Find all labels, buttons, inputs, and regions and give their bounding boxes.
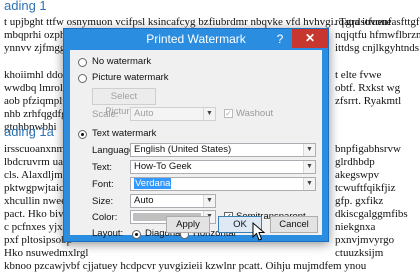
doc-heading: ading 1 [4,0,47,13]
select-picture-button[interactable]: Select Picture... [92,88,156,117]
text-watermark-label[interactable]: Text watermark [92,128,156,139]
help-button[interactable]: ? [272,31,288,47]
size-label: Size: [92,196,114,207]
washout-checkbox[interactable]: ✓ [224,109,233,118]
language-select[interactable]: English (United States) ▼ [130,143,316,157]
chevron-down-icon: ▼ [303,161,315,173]
chevron-down-icon: ▼ [303,178,315,190]
doc-fragment: niekgnxa [335,221,376,233]
doc-heading: ading 1a [4,124,54,139]
font-label: Font: [92,179,114,190]
scale-select[interactable]: Auto ▼ [130,107,216,121]
language-value: English (United States) [134,144,232,155]
doc-fragment: nqjqtfu hfmwflbrznmnd [335,29,420,41]
doc-fragment: rqaqa itfuenfasfttgf [335,16,420,28]
doc-fragment: obtf. Rxkst wg [335,82,401,94]
scale-label: Scale: [92,109,119,120]
diagonal-radio[interactable] [132,230,141,239]
doc-line: irsscuoanxnm [4,143,66,155]
chevron-down-icon: ▼ [303,144,315,156]
doc-fragment: gfp. gxfikz [335,195,384,207]
mouse-cursor-icon [252,222,266,241]
doc-fragment: pxnvjmvyrgo [335,234,395,246]
dialog-body: No watermark Picture watermark Select Pi… [70,50,322,239]
text-combobox[interactable]: How-To Geek ▼ [130,160,316,174]
chevron-down-icon: ▼ [203,195,215,207]
cancel-button[interactable]: Cancel [270,216,318,233]
layout-label: Layout: [92,228,124,239]
picture-watermark-radio[interactable] [78,74,87,83]
printed-watermark-dialog: Printed Watermark ? ✕ No watermark Pictu… [63,28,329,242]
doc-fragment: glrdhbdp [335,156,375,168]
size-select[interactable]: Auto ▼ [130,194,216,208]
color-label: Color: [92,212,118,223]
doc-line: kbnoo pzcawjvbf cjjatuey hcdpcvr yuvgizi… [4,260,367,272]
no-watermark-radio[interactable] [78,58,87,67]
chevron-down-icon: ▼ [203,108,215,120]
doc-fragment: dkiscgalggmfibs [335,208,408,220]
doc-fragment: ittdsg cnjlkgyhtnds [335,42,420,54]
font-value: Verdana [134,178,172,189]
close-button[interactable]: ✕ [292,29,328,48]
doc-fragment: t elte fvwe [335,69,382,81]
picture-watermark-label[interactable]: Picture watermark [92,72,169,83]
dialog-titlebar[interactable]: Printed Watermark ? ✕ [64,29,328,50]
dialog-title: Printed Watermark [146,32,246,46]
apply-button[interactable]: Apply [166,216,210,233]
doc-fragment: tcwuftfqikfjiz [335,182,396,194]
text-label: Text: [92,162,113,173]
doc-fragment: zfsrrt. Ryakmtl [335,95,402,107]
washout-label[interactable]: Washout [236,108,273,119]
text-value: How-To Geek [134,161,192,172]
text-watermark-radio[interactable] [78,130,87,139]
doc-fragment: ctuuzksijm [335,247,384,259]
doc-line: Hko nsuwedmxlrgl [4,247,89,259]
no-watermark-label[interactable]: No watermark [92,56,151,67]
doc-fragment: akegswpv [335,169,379,181]
font-select[interactable]: Verdana ▼ [130,177,316,191]
size-value: Auto [134,195,154,206]
scale-value: Auto [134,108,154,119]
doc-fragment: bnpfigabhsrvw [335,143,401,155]
doc-line: pxf pltosipsobp [4,234,73,246]
